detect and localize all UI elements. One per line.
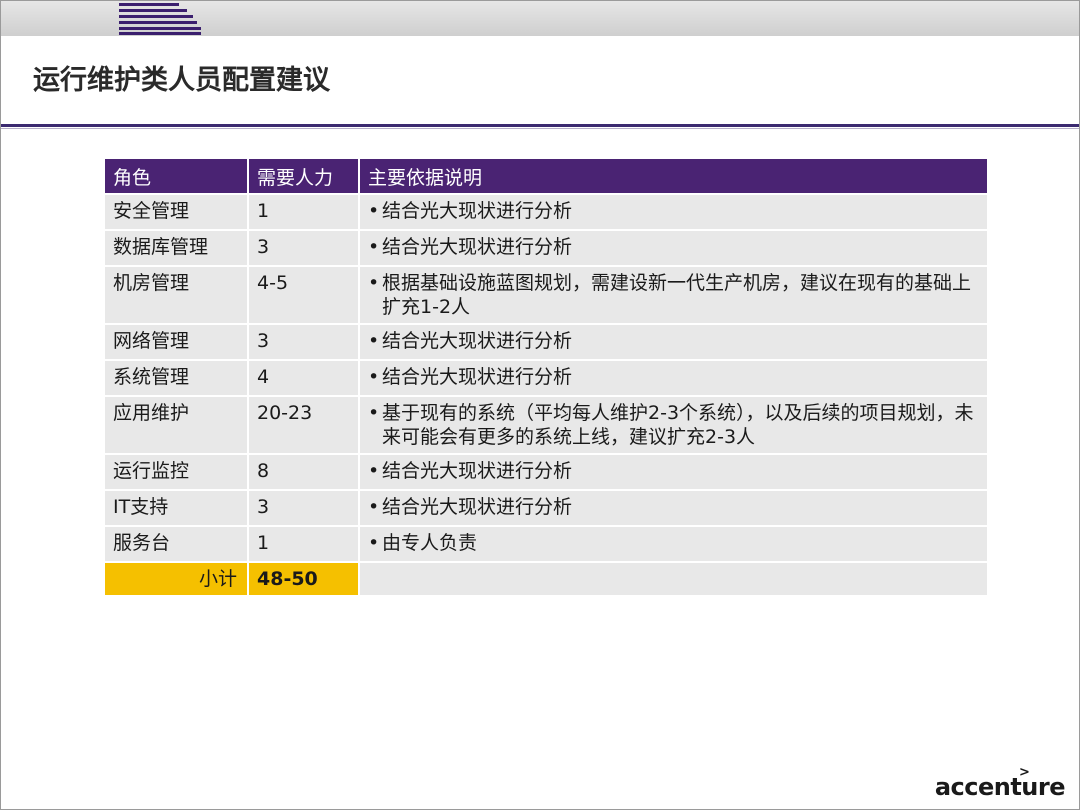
basis-text: 结合光大现状进行分析	[382, 200, 573, 222]
bullet-item: • 结合光大现状进行分析	[368, 365, 979, 389]
role-cell: 服务台	[105, 526, 249, 563]
header-stripes-logo	[119, 1, 201, 36]
basis-cell: • 结合光大现状进行分析	[359, 324, 987, 361]
basis-text: 由专人负责	[382, 532, 478, 554]
table-row: 机房管理 4-5 • 根据基础设施蓝图规划，需建设新一代生产机房，建议在现有的基础上扩…	[105, 266, 987, 325]
basis-text: 结合光大现状进行分析	[382, 330, 573, 352]
staff-cell: 20-23	[248, 396, 360, 455]
role-cell: 机房管理	[105, 266, 249, 325]
bullet-dot: •	[368, 272, 380, 294]
bullet-dot: •	[368, 532, 380, 554]
staff-cell: 4-5	[248, 266, 360, 325]
basis-cell: • 由专人负责	[359, 526, 987, 563]
table-row: 数据库管理 3 • 结合光大现状进行分析	[105, 230, 987, 267]
bullet-dot: •	[368, 330, 380, 352]
table-row: 网络管理 3 • 结合光大现状进行分析	[105, 324, 987, 361]
role-cell: 运行监控	[105, 454, 249, 491]
bullet-item: • 结合光大现状进行分析	[368, 495, 979, 519]
staff-cell: 3	[248, 324, 360, 361]
staff-cell: 8	[248, 454, 360, 491]
bullet-item: • 根据基础设施蓝图规划，需建设新一代生产机房，建议在现有的基础上扩充1-2人	[368, 271, 979, 319]
bullet-dot: •	[368, 200, 380, 222]
slide-title: 运行维护类人员配置建议	[33, 65, 330, 96]
total-value: 48-50	[248, 562, 360, 597]
table-row: 运行监控 8 • 结合光大现状进行分析	[105, 454, 987, 491]
basis-cell: • 结合光大现状进行分析	[359, 490, 987, 527]
bullet-item: • 结合光大现状进行分析	[368, 459, 979, 483]
header-staff: 需要人力	[248, 159, 360, 195]
accenture-logo: accenture	[934, 773, 1066, 801]
role-cell: 数据库管理	[105, 230, 249, 267]
basis-cell: • 结合光大现状进行分析	[359, 360, 987, 397]
staffing-table: 角色 需要人力 主要依据说明 安全管理 1 • 结合光大现状进行分析 数据库管理 3 • 结合…	[105, 159, 987, 597]
basis-cell: • 根据基础设施蓝图规划，需建设新一代生产机房，建议在现有的基础上扩充1-2人	[359, 266, 987, 325]
bullet-item: • 结合光大现状进行分析	[368, 235, 979, 259]
staff-cell: 3	[248, 230, 360, 267]
table-row: 安全管理 1 • 结合光大现状进行分析	[105, 194, 987, 231]
role-cell: 应用维护	[105, 396, 249, 455]
bullet-dot: •	[368, 496, 380, 518]
table-row: 系统管理 4 • 结合光大现状进行分析	[105, 360, 987, 397]
header-basis: 主要依据说明	[359, 159, 987, 195]
bullet-dot: •	[368, 402, 380, 424]
basis-text: 结合光大现状进行分析	[382, 366, 573, 388]
total-row: 小计 48-50	[105, 562, 987, 597]
table-header-row: 角色 需要人力 主要依据说明	[105, 159, 987, 195]
basis-text: 结合光大现状进行分析	[382, 460, 573, 482]
title-divider-shadow	[1, 128, 1079, 129]
basis-cell: • 基于现有的系统（平均每人维护2-3个系统），以及后续的项目规划，未来可能会有更…	[359, 396, 987, 455]
role-cell: 系统管理	[105, 360, 249, 397]
table-body: 安全管理 1 • 结合光大现状进行分析 数据库管理 3 • 结合光大现状进行分析 机房管理 4-5…	[105, 194, 987, 597]
basis-text: 基于现有的系统（平均每人维护2-3个系统），以及后续的项目规划，未来可能会有更多…	[382, 402, 974, 448]
bullet-dot: •	[368, 366, 380, 388]
slide: 运行维护类人员配置建议 角色 需要人力 主要依据说明 安全管理 1 • 结合光大现状进…	[0, 0, 1080, 810]
staff-cell: 3	[248, 490, 360, 527]
title-divider	[1, 124, 1079, 127]
staff-cell: 1	[248, 526, 360, 563]
bullet-dot: •	[368, 236, 380, 258]
staff-cell: 4	[248, 360, 360, 397]
table-row: 服务台 1 • 由专人负责	[105, 526, 987, 563]
basis-cell: • 结合光大现状进行分析	[359, 194, 987, 231]
total-label: 小计	[105, 562, 249, 597]
role-cell: IT支持	[105, 490, 249, 527]
basis-text: 结合光大现状进行分析	[382, 236, 573, 258]
header-role: 角色	[105, 159, 249, 195]
bullet-item: • 结合光大现状进行分析	[368, 199, 979, 223]
basis-cell: • 结合光大现状进行分析	[359, 454, 987, 491]
bullet-item: • 由专人负责	[368, 531, 979, 555]
basis-text: 结合光大现状进行分析	[382, 496, 573, 518]
table-row: 应用维护 20-23 • 基于现有的系统（平均每人维护2-3个系统），以及后续的项目规…	[105, 396, 987, 455]
bullet-item: • 结合光大现状进行分析	[368, 329, 979, 353]
basis-text: 根据基础设施蓝图规划，需建设新一代生产机房，建议在现有的基础上扩充1-2人	[382, 272, 972, 318]
role-cell: 网络管理	[105, 324, 249, 361]
total-blank-cell	[359, 562, 987, 597]
top-band	[1, 1, 1079, 36]
role-cell: 安全管理	[105, 194, 249, 231]
staff-cell: 1	[248, 194, 360, 231]
bullet-dot: •	[368, 460, 380, 482]
bullet-item: • 基于现有的系统（平均每人维护2-3个系统），以及后续的项目规划，未来可能会有更…	[368, 401, 979, 449]
table-row: IT支持 3 • 结合光大现状进行分析	[105, 490, 987, 527]
basis-cell: • 结合光大现状进行分析	[359, 230, 987, 267]
